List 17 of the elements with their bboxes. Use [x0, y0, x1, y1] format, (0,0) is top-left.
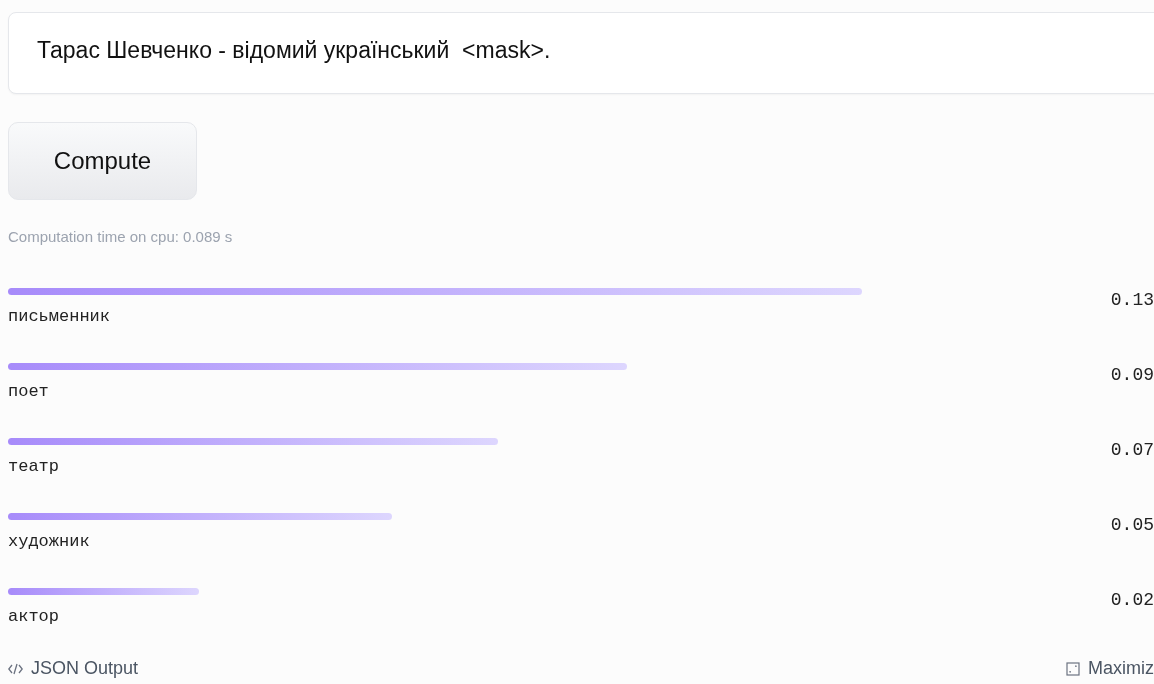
result-score: 0.07	[1110, 439, 1154, 460]
computation-time: Computation time on cpu: 0.089 s	[8, 228, 234, 245]
result-label: художник	[8, 531, 90, 551]
result-score: 0.09	[1110, 364, 1154, 385]
maximize-icon[interactable]	[1066, 661, 1080, 676]
result-score: 0.13	[1110, 289, 1154, 310]
code-icon	[8, 662, 23, 675]
json-output-label[interactable]: JSON Output	[31, 658, 139, 679]
compute-button[interactable]: Compute	[8, 122, 197, 200]
result-label: письменник	[8, 306, 111, 326]
result-score: 0.05	[1110, 514, 1154, 535]
maximize-label[interactable]: Maximiz	[1088, 658, 1154, 679]
result-label: поет	[8, 381, 49, 401]
result-label: актор	[8, 606, 59, 626]
result-score: 0.02	[1110, 589, 1154, 610]
result-label: театр	[8, 456, 59, 476]
input-field[interactable]: Тарас Шевченко - відомий український <mask>.	[8, 12, 1154, 94]
